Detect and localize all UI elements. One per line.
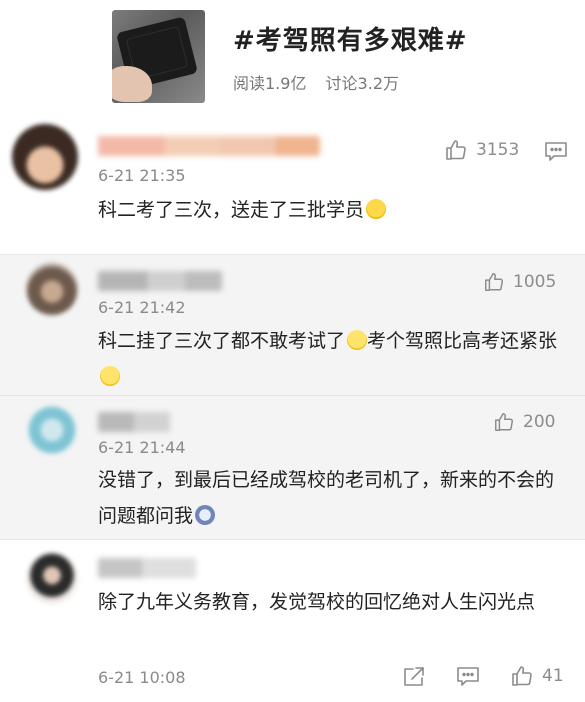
comment-text-part: 科二挂了三次了都不敢考试了: [98, 330, 346, 352]
comment-time: 6-21 10:08: [98, 668, 186, 687]
username-blurred[interactable]: [98, 271, 222, 291]
comment-item: 1005 6-21 21:42 科二挂了三次了都不敢考试了 考个驾照比高考还紧张: [0, 254, 585, 395]
avatar[interactable]: [12, 124, 78, 190]
comment-item: 3153 6-21 21:35 科二考了三次，送走了三批学员: [0, 114, 585, 254]
avatar[interactable]: [26, 263, 78, 315]
forward-button[interactable]: [402, 665, 426, 693]
like-count: 200: [523, 412, 556, 432]
comment-text-part: 没错了，到最后已经成驾校的老司机了，新来的不会的问题都问我: [98, 469, 555, 527]
smile-emoji-icon: [100, 366, 120, 386]
like-button[interactable]: 41: [510, 664, 564, 688]
avatar[interactable]: [26, 404, 78, 456]
topic-header: #考驾照有多艰难# 阅读1.9亿 讨论3.2万: [0, 0, 585, 114]
comment-text: 除了九年义务教育，发觉驾校的回忆绝对人生闪光点: [98, 584, 558, 620]
comment-item: 200 6-21 21:44 没错了，到最后已经成驾校的老司机了，新来的不会的问…: [0, 395, 585, 539]
read-count: 阅读1.9亿: [233, 74, 307, 93]
comment-text-part: 科二考了三次，送走了三批学员: [98, 199, 365, 221]
thumbs-up-icon: [446, 140, 466, 160]
topic-title[interactable]: #考驾照有多艰难#: [233, 20, 468, 57]
topic-stats: 阅读1.9亿 讨论3.2万: [233, 70, 413, 94]
username-blurred[interactable]: [98, 412, 170, 432]
comment-text: 没错了，到最后已经成驾校的老司机了，新来的不会的问题都问我: [98, 462, 558, 534]
discussion-count: 讨论3.2万: [325, 74, 399, 93]
comment-text-part: 考个驾照比高考还紧张: [367, 330, 558, 352]
forward-icon: [404, 667, 424, 686]
avatar[interactable]: [26, 552, 78, 604]
like-button[interactable]: 3153: [444, 138, 519, 162]
thumbs-up-icon: [495, 413, 513, 431]
like-button[interactable]: 200: [493, 411, 555, 433]
comment-time: 6-21 21:42: [98, 298, 186, 317]
laugh-cry-emoji-icon: [366, 199, 387, 219]
thumbs-up-icon: [485, 273, 503, 291]
comment-button[interactable]: [456, 665, 480, 691]
comment-icon: [457, 667, 479, 686]
comment-item: 除了九年义务教育，发觉驾校的回忆绝对人生闪光点 6-21 10:08 41: [0, 539, 585, 702]
comment-button[interactable]: [544, 140, 568, 166]
comment-time: 6-21 21:35: [98, 166, 186, 185]
comment-text: 科二考了三次，送走了三批学员: [98, 192, 558, 228]
thumbs-up-icon: [512, 666, 532, 686]
username-blurred[interactable]: [98, 558, 196, 578]
username-blurred[interactable]: [98, 136, 320, 156]
like-count: 41: [542, 666, 564, 686]
like-count: 1005: [513, 272, 557, 292]
comment-time: 6-21 21:44: [98, 438, 186, 457]
smile-emoji-icon: [347, 330, 368, 350]
like-button[interactable]: 1005: [483, 271, 556, 293]
topic-thumbnail[interactable]: [112, 10, 205, 103]
comment-text-part: 除了九年义务教育，发觉驾校的回忆绝对人生闪光点: [98, 591, 536, 613]
comment-text: 科二挂了三次了都不敢考试了 考个驾照比高考还紧张: [98, 323, 558, 395]
comment-icon: [545, 142, 567, 161]
like-count: 3153: [476, 140, 520, 160]
shocked-emoji-icon: [195, 505, 216, 525]
